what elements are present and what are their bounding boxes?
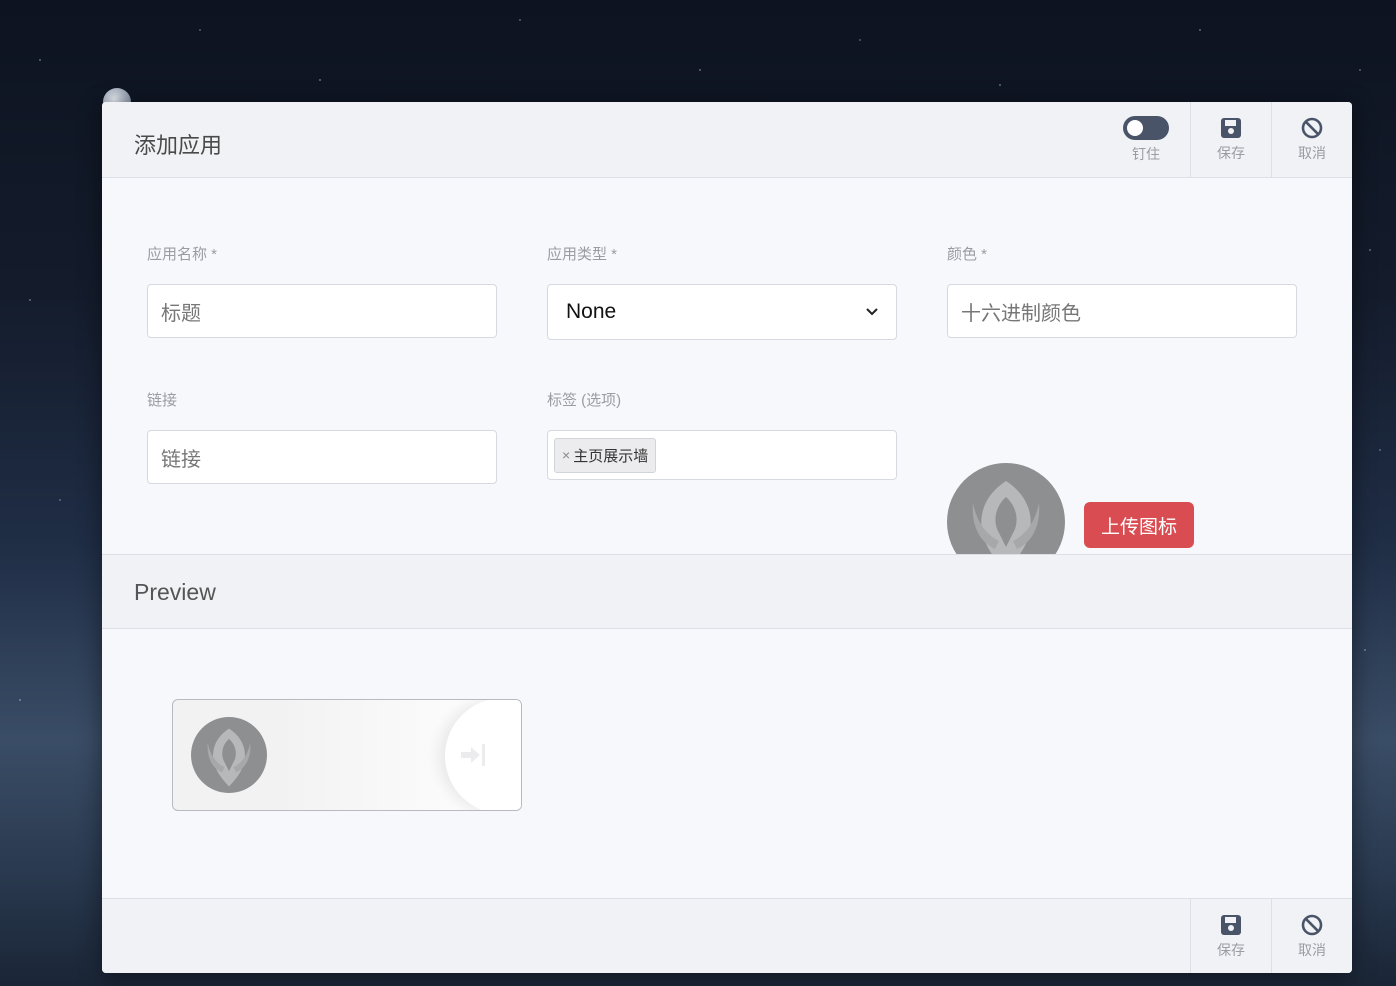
link-label: 链接 — [147, 392, 178, 409]
remove-tag-icon[interactable]: × — [562, 447, 570, 463]
pin-toggle[interactable]: 钉住 — [1102, 102, 1190, 178]
tag-chip[interactable]: × 主页展示墙 — [554, 437, 657, 473]
save-icon — [1221, 118, 1241, 138]
save-button[interactable]: 保存 — [1190, 102, 1271, 178]
footer-save-label: 保存 — [1217, 942, 1245, 958]
footer-cancel-label: 取消 — [1298, 942, 1326, 958]
type-select-value: None — [566, 300, 617, 323]
sign-in-arrow-icon — [461, 744, 485, 766]
preview-title: Preview — [134, 579, 216, 605]
link-input[interactable]: 链接 — [147, 430, 497, 484]
preview-open-link[interactable] — [445, 700, 521, 810]
name-label: 应用名称 * — [147, 246, 218, 263]
dialog-title: 添加应用 — [134, 133, 223, 158]
preview-area — [102, 629, 1352, 898]
preview-header: Preview — [102, 554, 1352, 629]
tags-label: 标签 (选项) — [547, 392, 622, 409]
type-field: 应用类型 * None — [547, 243, 897, 340]
name-input[interactable]: 标题 — [147, 284, 497, 338]
color-input[interactable]: 十六进制颜色 — [947, 284, 1297, 338]
toggle-switch[interactable] — [1123, 116, 1169, 140]
cancel-label: 取消 — [1298, 145, 1326, 161]
tags-input[interactable]: × 主页展示墙 — [547, 430, 897, 480]
cancel-button[interactable]: 取消 — [1271, 102, 1352, 178]
upload-icon-button[interactable]: 上传图标 — [1084, 502, 1194, 548]
chevron-down-icon — [866, 308, 878, 316]
dialog-header: 添加应用 钉住 保存 取消 — [102, 102, 1352, 178]
type-select[interactable]: None — [547, 284, 897, 340]
save-label: 保存 — [1217, 145, 1245, 161]
ban-icon — [1301, 117, 1323, 139]
tags-field: 标签 (选项) × 主页展示墙 — [547, 389, 897, 480]
preview-app-icon — [191, 717, 267, 793]
dialog-footer: 保存 取消 — [102, 898, 1352, 973]
ban-icon — [1301, 914, 1323, 936]
type-label: 应用类型 * — [547, 246, 618, 263]
name-field: 应用名称 * 标题 — [147, 243, 497, 338]
footer-save-button[interactable]: 保存 — [1190, 899, 1271, 973]
header-toolbar: 钉住 保存 取消 — [1102, 102, 1352, 178]
save-icon — [1221, 915, 1241, 935]
pin-label: 钉住 — [1132, 146, 1160, 162]
preview-app-card[interactable] — [172, 699, 522, 811]
color-label: 颜色 * — [947, 246, 988, 263]
add-app-dialog: 添加应用 钉住 保存 取消 应用名称 * 标题 应用类型 * None 颜色 *… — [102, 102, 1352, 973]
link-field: 链接 链接 — [147, 389, 497, 484]
footer-cancel-button[interactable]: 取消 — [1271, 899, 1352, 973]
emblem-icon — [207, 728, 251, 787]
color-field: 颜色 * 十六进制颜色 — [947, 243, 1297, 338]
footer-toolbar: 保存 取消 — [1190, 899, 1352, 973]
form-area: 应用名称 * 标题 应用类型 * None 颜色 * 十六进制颜色 链接 链接 … — [102, 178, 1352, 581]
tag-label: 主页展示墙 — [573, 447, 649, 465]
